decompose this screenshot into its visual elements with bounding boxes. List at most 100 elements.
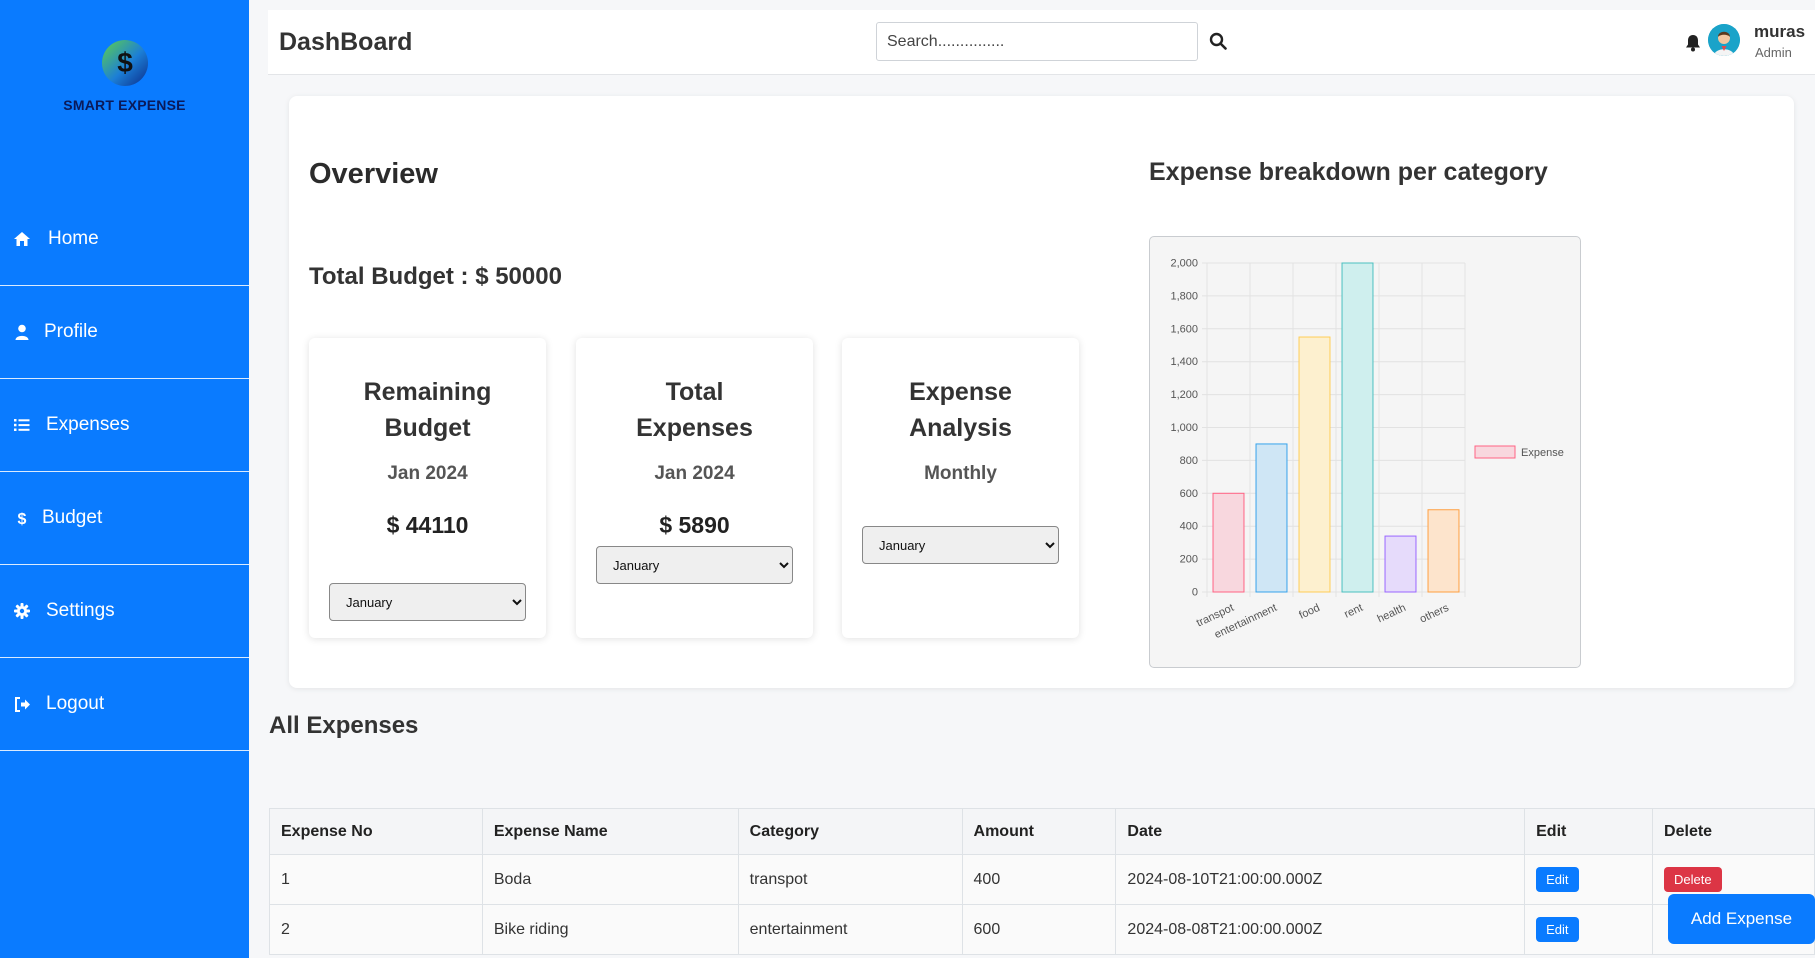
remaining-budget-card: Remaining Budget Jan 2024 $ 44110 Januar… (309, 338, 546, 638)
all-expenses-title: All Expenses (269, 712, 419, 739)
expense-analysis-card: Expense Analysis Monthly January (842, 338, 1079, 638)
x-tick-label: rent (1343, 602, 1365, 621)
column-header: Expense No (269, 808, 483, 855)
avatar[interactable] (1708, 24, 1740, 56)
sidebar-item-expenses[interactable]: Expenses (0, 379, 249, 472)
bar (1427, 509, 1460, 593)
card-period: Jan 2024 (387, 463, 468, 484)
card-title: Remaining Budget (363, 378, 492, 442)
y-tick-label: 1,600 (1170, 323, 1198, 335)
card-period: Monthly (924, 463, 997, 484)
table-row: 2 Bike riding entertainment 600 2024-08-… (269, 904, 1815, 955)
delete-button[interactable]: Delete (1664, 867, 1722, 892)
y-tick-label: 200 (1180, 554, 1198, 566)
y-tick-label: 1,000 (1170, 422, 1198, 434)
legend-label: Expense (1521, 447, 1564, 459)
table-header-row: Expense No Expense Name Category Amount … (269, 808, 1815, 855)
edit-button[interactable]: Edit (1536, 867, 1579, 892)
sidebar-item-label: Budget (42, 507, 103, 528)
y-tick-label: 400 (1180, 521, 1198, 533)
dollar-icon: $ (12, 508, 32, 528)
gear-icon (12, 601, 32, 621)
cell-edit: Edit (1524, 904, 1654, 955)
column-header: Date (1115, 808, 1526, 855)
month-select[interactable]: January (862, 526, 1059, 564)
cell-date: 2024-08-10T21:00:00.000Z (1115, 854, 1526, 905)
card-value: $ 44110 (386, 512, 469, 538)
sidebar-item-label: Home (48, 228, 99, 249)
expenses-table: Expense No Expense Name Category Amount … (269, 808, 1815, 955)
y-tick-label: 0 (1192, 587, 1198, 599)
card-value: $ 5890 (659, 512, 730, 538)
chart-container: 0 200 400 600 800 1,000 1,200 1,400 1,600 1,800 2,… (1149, 236, 1581, 668)
y-tick-label: 600 (1180, 488, 1198, 500)
sidebar-item-logout[interactable]: Logout (0, 658, 249, 751)
sidebar: $ SMART EXPENSE Home Profile Expenses $ (0, 0, 249, 958)
legend-swatch (1474, 445, 1516, 459)
cell-expense-name: Boda (481, 854, 739, 905)
list-icon (12, 415, 32, 435)
y-tick-label: 800 (1180, 455, 1198, 467)
sidebar-item-label: Settings (46, 600, 115, 621)
cell-date: 2024-08-08T21:00:00.000Z (1115, 904, 1526, 955)
search-icon[interactable] (1209, 32, 1227, 50)
user-role: Admin (1755, 45, 1792, 60)
bar (1255, 443, 1288, 593)
column-header: Expense Name (481, 808, 739, 855)
page-title: DashBoard (279, 28, 413, 56)
sidebar-item-label: Expenses (46, 414, 130, 435)
x-tick-label: health (1376, 602, 1408, 626)
cell-category: entertainment (737, 904, 963, 955)
cell-expense-no: 1 (269, 854, 483, 905)
column-header: Category (737, 808, 963, 855)
top-header: DashBoard muras Admin (268, 10, 1815, 75)
brand-name: SMART EXPENSE (63, 97, 186, 113)
total-expenses-card: Total Expenses Jan 2024 $ 5890 January (576, 338, 813, 638)
sidebar-item-label: Logout (46, 693, 105, 714)
y-tick-label: 1,800 (1170, 290, 1198, 302)
bar (1341, 262, 1374, 593)
edit-button[interactable]: Edit (1536, 917, 1579, 942)
add-expense-button[interactable]: Add Expense (1668, 894, 1815, 944)
cell-expense-name: Bike riding (481, 904, 739, 955)
bell-icon[interactable] (1685, 34, 1701, 52)
dollar-coin-icon: $ (101, 40, 148, 86)
month-select[interactable]: January (596, 546, 793, 584)
home-icon (12, 229, 32, 249)
overview-panel: Overview Total Budget : $ 50000 Remainin… (289, 96, 1794, 688)
user-name: muras (1754, 22, 1806, 41)
cell-amount: 400 (961, 854, 1117, 905)
total-budget: Total Budget : $ 50000 (309, 263, 562, 290)
sidebar-item-label: Profile (44, 321, 98, 342)
y-tick-label: 2,000 (1170, 258, 1198, 270)
svg-text:$: $ (117, 47, 133, 78)
svg-text:$: $ (18, 511, 27, 527)
card-period: Jan 2024 (654, 463, 735, 484)
sidebar-item-home[interactable]: Home (0, 193, 249, 286)
x-tick-label: others (1418, 602, 1451, 626)
bar (1212, 492, 1245, 593)
table-row: 1 Boda transpot 400 2024-08-10T21:00:00.… (269, 854, 1815, 905)
x-tick-label: food (1297, 602, 1321, 622)
search-input[interactable] (876, 22, 1198, 61)
logout-icon (12, 694, 32, 714)
bar (1384, 535, 1417, 593)
column-header: Edit (1524, 808, 1654, 855)
sidebar-nav: Home Profile Expenses $ Budget Settings (0, 193, 249, 751)
cell-amount: 600 (961, 904, 1117, 955)
column-header: Delete (1652, 808, 1815, 855)
cell-edit: Edit (1524, 854, 1654, 905)
sidebar-item-profile[interactable]: Profile (0, 286, 249, 379)
overview-title: Overview (309, 158, 438, 190)
column-header: Amount (961, 808, 1117, 855)
sidebar-item-budget[interactable]: $ Budget (0, 472, 249, 565)
user-icon (12, 322, 32, 342)
sidebar-item-settings[interactable]: Settings (0, 565, 249, 658)
cell-expense-no: 2 (269, 904, 483, 955)
y-tick-label: 1,200 (1170, 389, 1198, 401)
month-select[interactable]: January (329, 583, 526, 621)
expense-bar-chart: 0 200 400 600 800 1,000 1,200 1,400 1,600 1,800 2,… (1170, 258, 1564, 642)
bar (1298, 336, 1331, 593)
brand-logo[interactable]: $ SMART EXPENSE (0, 38, 249, 113)
chart-title: Expense breakdown per category (1149, 158, 1548, 186)
